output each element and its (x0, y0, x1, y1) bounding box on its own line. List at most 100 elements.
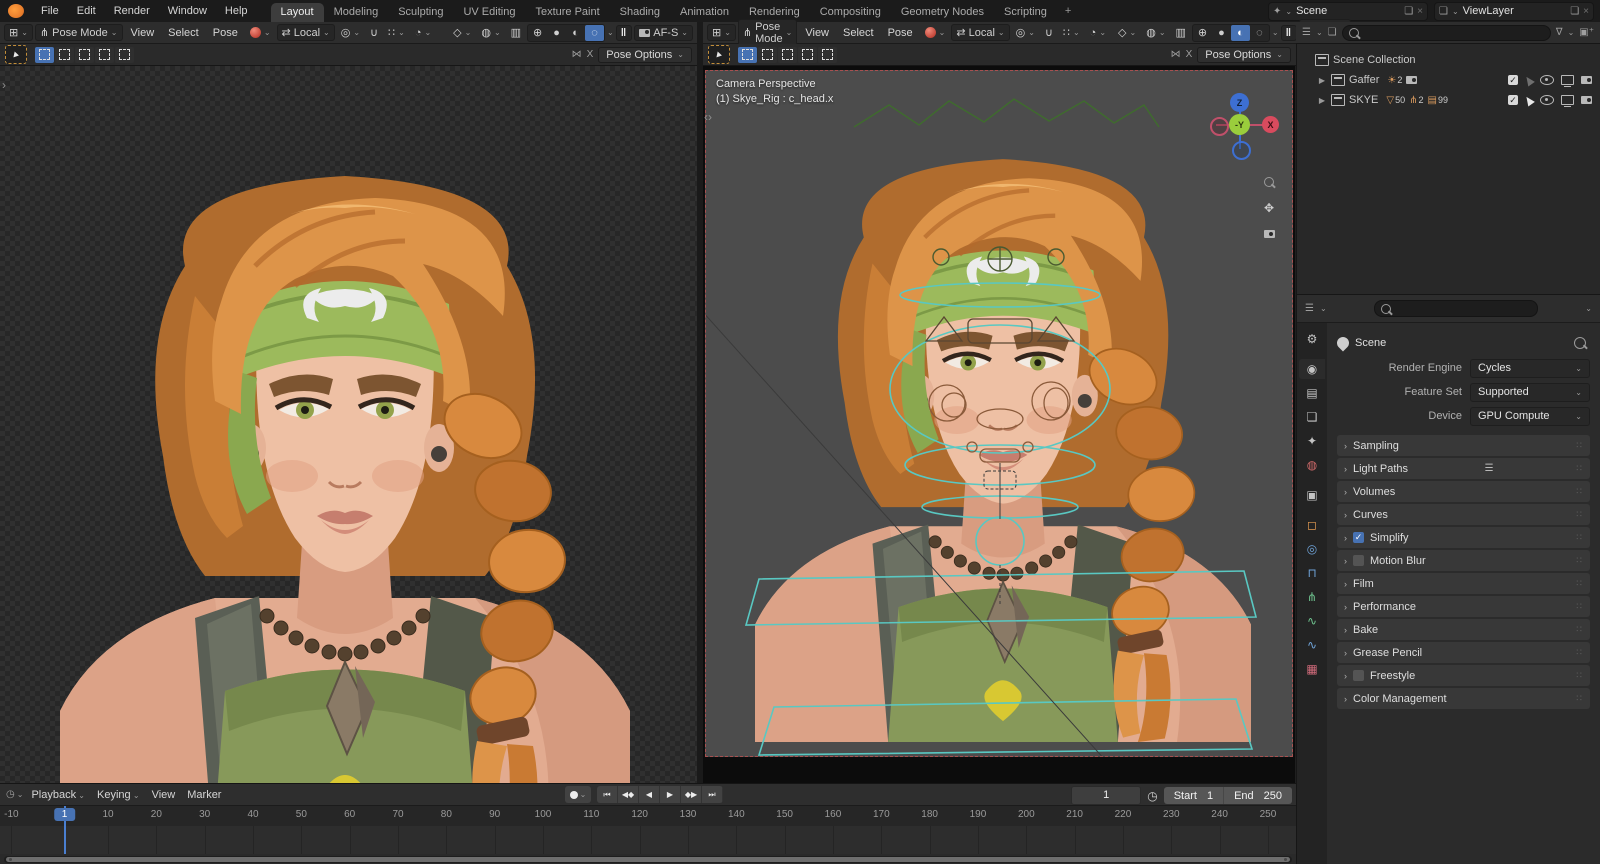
workspace-tab-scripting[interactable]: Scripting (994, 3, 1057, 22)
select-subtract-button[interactable] (778, 46, 797, 63)
pivot-point-dropdown[interactable]: ◎ ⌄ (337, 25, 364, 40)
copy-icon[interactable]: ❏ (1570, 6, 1579, 17)
frame-end-field[interactable]: End 250 (1223, 787, 1292, 804)
checkbox-icon[interactable]: ✓ (1508, 75, 1518, 85)
viewport-menu-select[interactable]: Select (837, 26, 880, 40)
mirror-x-toggle[interactable]: X (1186, 49, 1193, 60)
viewport-menu-select[interactable]: Select (162, 26, 205, 40)
tweak-tool-button[interactable] (708, 45, 730, 64)
timeline-menu-marker[interactable]: Marker (181, 788, 227, 802)
viewport-visibility-icon[interactable] (1561, 75, 1574, 87)
workspace-tab-compositing[interactable]: Compositing (810, 3, 891, 22)
pivot-point-dropdown[interactable]: ◎ ⌄ (1012, 25, 1039, 40)
section-checkbox[interactable] (1353, 555, 1364, 566)
shading-material-button[interactable]: ◐ (1230, 24, 1250, 41)
workspace-tab-animation[interactable]: Animation (670, 3, 739, 22)
section-volumes[interactable]: › Volumes ∷ (1337, 481, 1590, 502)
viewlayer-name[interactable]: ViewLayer (1463, 5, 1567, 17)
selectable-cursor-icon[interactable] (1523, 94, 1535, 106)
editor-type-dropdown[interactable]: ⊞ ⌄ (707, 24, 736, 41)
editor-type-dropdown[interactable]: ⊞ ⌄ (4, 24, 33, 41)
expand-icon[interactable]: ▶ (1317, 76, 1327, 85)
timeline-menu-keying[interactable]: Keying ⌄ (91, 788, 146, 802)
scrollbar-thumb[interactable] (6, 857, 1290, 862)
properties-tab-physics[interactable]: ◎ (1299, 539, 1325, 559)
eye-icon[interactable] (1540, 75, 1554, 85)
section-performance[interactable]: › Performance ∷ (1337, 596, 1590, 617)
transform-orientation-dropdown[interactable]: ⇄ Local ⌄ (276, 24, 335, 41)
properties-tab-data[interactable]: ⋔ (1299, 587, 1325, 607)
workspace-tab-uv-editing[interactable]: UV Editing (453, 3, 525, 22)
workspace-tab-modeling[interactable]: Modeling (324, 3, 389, 22)
gizmo-dropdown[interactable]: ◇ ⌄ (449, 25, 475, 40)
axis-z-neg[interactable] (1232, 141, 1251, 160)
viewlayer-selector[interactable]: ❏ ⌄ ViewLayer ❏ × (1434, 1, 1594, 21)
scene-name[interactable]: Scene (1296, 5, 1400, 17)
mirror-butterfly-icon[interactable]: ⋈ (572, 49, 582, 60)
viewport-menu-view[interactable]: View (125, 26, 161, 40)
eye-icon[interactable] (1540, 95, 1554, 105)
section-film[interactable]: › Film ∷ (1337, 573, 1590, 594)
axis-x[interactable]: X (1262, 116, 1279, 133)
shading-rendered-button[interactable]: ◌ (1250, 25, 1269, 41)
proportional-edit-dropdown[interactable]: ◔ ⌄ (1086, 26, 1110, 40)
viewport-menu-pose[interactable]: Pose (207, 26, 244, 40)
section-freestyle[interactable]: › Freestyle ∷ (1337, 665, 1590, 686)
toolbar-expand-icon[interactable]: ‹› (704, 110, 712, 124)
properties-tab-collection[interactable]: ▣ (1299, 485, 1325, 505)
menu-render[interactable]: Render (105, 5, 159, 17)
section-checkbox[interactable] (1353, 670, 1364, 681)
select-subtract-button[interactable] (75, 46, 94, 63)
selectable-cursor-icon[interactable] (1523, 74, 1535, 86)
field-value-dropdown[interactable]: Supported ⌄ (1470, 382, 1590, 402)
timeline-menu-playback[interactable]: Playback ⌄ (25, 788, 91, 802)
properties-search-input[interactable] (1373, 300, 1538, 317)
select-invert-button[interactable] (95, 46, 114, 63)
camera-af-widget[interactable]: AF-S⌄ (634, 24, 693, 41)
pose-blend-dropdown[interactable]: ⌄ (921, 26, 950, 39)
camera-view-icon[interactable] (1258, 223, 1280, 245)
snap-toggle[interactable]: ∪ (1041, 25, 1057, 40)
outliner-row-skye[interactable]: ▶ SKYE ▽ 50 ⋔ 2 ▤ 99 ✓ (1301, 90, 1596, 110)
section-curves[interactable]: › Curves ∷ (1337, 504, 1590, 525)
copy-icon[interactable]: ❏ (1404, 6, 1413, 17)
select-intersect-button[interactable] (818, 46, 837, 63)
current-frame-field[interactable]: 1 (1071, 786, 1142, 805)
menu-file[interactable]: File (32, 5, 68, 17)
auto-keyframe-toggle[interactable]: ⌄ (565, 786, 591, 803)
menu-edit[interactable]: Edit (68, 5, 105, 17)
zoom-tool-icon[interactable] (1258, 171, 1280, 193)
next-keyframe-button[interactable]: ◆▶ (681, 786, 702, 803)
outliner-editor-icon[interactable]: ❏ (1328, 27, 1337, 38)
properties-tab-world[interactable]: ◍ (1299, 455, 1325, 475)
workspace-tab-layout[interactable]: Layout (270, 3, 324, 22)
select-extend-button[interactable] (758, 46, 777, 63)
outliner-display-mode-dropdown[interactable]: ☰ (1302, 27, 1311, 38)
axis-y-neg[interactable]: -Y (1229, 114, 1250, 135)
field-value-dropdown[interactable]: GPU Compute ⌄ (1470, 406, 1590, 426)
viewport-menu-pose[interactable]: Pose (882, 26, 919, 40)
menu-help[interactable]: Help (216, 5, 257, 17)
section-grease-pencil[interactable]: › Grease Pencil ∷ (1337, 642, 1590, 663)
shading-wireframe-button[interactable]: ⊕ (528, 25, 547, 41)
viewport-menu-view[interactable]: View (799, 26, 835, 40)
mode-dropdown[interactable]: ⋔ Pose Mode ⌄ (34, 24, 123, 41)
blender-logo-icon[interactable] (8, 4, 24, 18)
outliner-search-input[interactable] (1341, 24, 1551, 41)
shading-wireframe-button[interactable]: ⊕ (1193, 25, 1212, 41)
workspace-tab-shading[interactable]: Shading (610, 3, 670, 22)
current-frame-badge[interactable]: 1 (53, 808, 76, 821)
select-intersect-button[interactable] (115, 46, 134, 63)
shading-dropdown[interactable]: ⌄ (1272, 28, 1279, 37)
timeline-ruler[interactable]: -10 10 20 30 40 50 60 70 80 90 100 110 120 130 140 150 1… (0, 806, 1296, 826)
mode-dropdown[interactable]: ⋔ Pose Mode ⌄ (737, 18, 798, 47)
outliner-row-gaffer[interactable]: ▶ Gaffer ☀ 2 ✓ (1301, 70, 1596, 90)
properties-tab-constraints[interactable]: ⊓ (1299, 563, 1325, 583)
snap-settings-dropdown[interactable]: ∷ ⌄ (384, 25, 409, 40)
frame-start-field[interactable]: Start 1 (1164, 787, 1223, 804)
checkbox-icon[interactable]: ✓ (1508, 95, 1518, 105)
section-simplify[interactable]: › ✓ Simplify ∷ (1337, 527, 1590, 548)
viewport-camera[interactable]: Camera Perspective (1) Skye_Rig : c_head… (703, 66, 1295, 783)
prev-keyframe-button[interactable]: ◀◆ (618, 786, 639, 803)
properties-tab-texture[interactable]: ▦ (1299, 659, 1325, 679)
